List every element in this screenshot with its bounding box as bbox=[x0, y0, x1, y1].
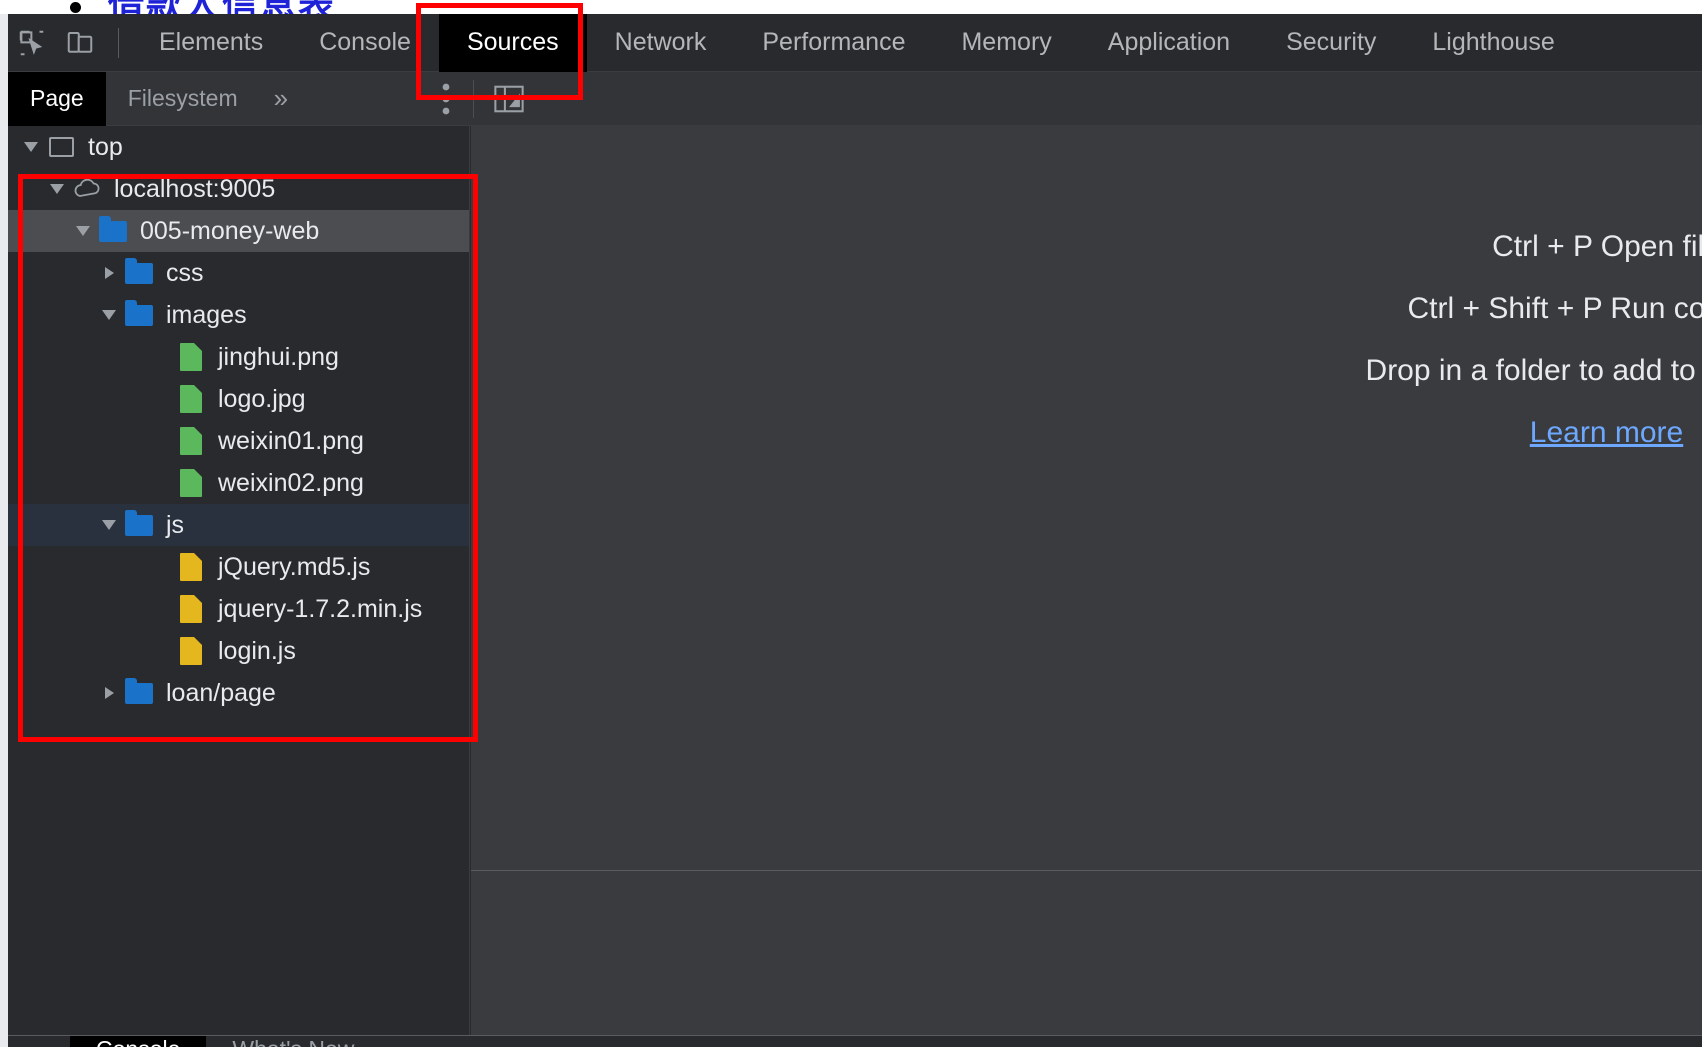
chevron-down-icon[interactable] bbox=[96, 294, 122, 336]
cloud-icon bbox=[70, 168, 104, 210]
image-file-icon bbox=[174, 462, 208, 504]
navigator-tools bbox=[415, 72, 1702, 126]
tree-row[interactable]: login.js bbox=[8, 630, 469, 672]
toolbar-divider bbox=[118, 27, 119, 58]
chevron-down-icon[interactable] bbox=[70, 210, 96, 252]
tree-row-label: 005-money-web bbox=[140, 217, 320, 245]
drawer-tab-whats-new[interactable]: What's New bbox=[206, 1036, 380, 1047]
learn-more-link[interactable]: Learn more bbox=[1530, 416, 1683, 449]
file-navigator-tree[interactable]: top localhost:9005 005-money-web css ima… bbox=[8, 126, 470, 1035]
image-file-icon bbox=[174, 378, 208, 420]
tab-network[interactable]: Network bbox=[587, 14, 735, 72]
chevron-right-icon[interactable] bbox=[96, 252, 122, 294]
learn-more-row: Learn more bbox=[991, 416, 1702, 450]
tree-row-label: jinghui.png bbox=[218, 343, 339, 371]
folder-icon bbox=[122, 252, 156, 294]
tree-row-label: login.js bbox=[218, 637, 296, 665]
script-file-icon bbox=[174, 588, 208, 630]
underlying-page-sliver: 借款人信息表 bbox=[0, 0, 1702, 14]
tab-page[interactable]: Page bbox=[8, 71, 106, 126]
script-file-icon bbox=[174, 546, 208, 588]
tree-row-label: logo.jpg bbox=[218, 385, 306, 413]
script-file-icon bbox=[174, 630, 208, 672]
devtools-window: 借款人信息表 Elements Console Sour bbox=[0, 0, 1702, 1047]
tab-performance[interactable]: Performance bbox=[734, 14, 933, 72]
navigator-more-tabs-icon[interactable]: » bbox=[260, 72, 302, 126]
show-navigator-icon[interactable] bbox=[478, 72, 540, 126]
folder-icon bbox=[122, 504, 156, 546]
tab-security[interactable]: Security bbox=[1258, 14, 1404, 72]
tree-row[interactable]: logo.jpg bbox=[8, 378, 469, 420]
frame-icon bbox=[44, 126, 78, 168]
devtools-root: Elements Console Sources Network Perform… bbox=[0, 13, 1702, 1047]
tree-row-label: jQuery.md5.js bbox=[218, 553, 371, 581]
tree-row-label: localhost:9005 bbox=[114, 175, 276, 203]
tree-row-label: weixin01.png bbox=[218, 427, 364, 455]
tree-row[interactable]: weixin01.png bbox=[8, 420, 469, 462]
tab-console[interactable]: Console bbox=[291, 14, 439, 72]
chevron-right-icon[interactable] bbox=[96, 672, 122, 714]
image-file-icon bbox=[174, 336, 208, 378]
tab-application[interactable]: Application bbox=[1080, 14, 1258, 72]
drop-folder-hint: Drop in a folder to add to workspace bbox=[1365, 354, 1702, 387]
image-file-icon bbox=[174, 420, 208, 462]
tree-row[interactable]: jinghui.png bbox=[8, 336, 469, 378]
folder-icon bbox=[122, 672, 156, 714]
tab-memory[interactable]: Memory bbox=[933, 14, 1079, 72]
folder-icon bbox=[96, 210, 130, 252]
tree-row[interactable]: 005-money-web bbox=[8, 210, 469, 252]
drawer-more-options-icon[interactable] bbox=[8, 1036, 70, 1047]
more-options-icon[interactable] bbox=[423, 72, 469, 126]
tree-row-label: js bbox=[166, 511, 185, 539]
tree-row-label: top bbox=[88, 133, 123, 161]
tree-row-label: images bbox=[166, 301, 247, 329]
tree-row[interactable]: jquery-1.7.2.min.js bbox=[8, 588, 469, 630]
navigator-tabbar: Page Filesystem » bbox=[8, 71, 470, 126]
sources-editor-pane: Ctrl + P Open file Ctrl + Shift + P Run … bbox=[471, 126, 1702, 1035]
drawer-tab-console[interactable]: Console bbox=[70, 1036, 207, 1047]
page-bullet-icon bbox=[70, 2, 81, 13]
tree-row-label: weixin02.png bbox=[218, 469, 364, 497]
tree-row[interactable]: jQuery.md5.js bbox=[8, 546, 469, 588]
chevron-down-icon[interactable] bbox=[96, 504, 122, 546]
tree-row[interactable]: weixin02.png bbox=[8, 462, 469, 504]
folder-icon bbox=[122, 294, 156, 336]
pane-divider bbox=[471, 870, 1702, 871]
tree-row[interactable]: js bbox=[8, 504, 469, 546]
sources-empty-state: Ctrl + P Open file Ctrl + Shift + P Run … bbox=[471, 126, 1702, 450]
tab-filesystem[interactable]: Filesystem bbox=[106, 72, 260, 126]
shortcut-run-command: Ctrl + Shift + P Run command bbox=[1407, 292, 1702, 325]
inspect-element-icon[interactable] bbox=[8, 20, 56, 66]
page-heading-text: 借款人信息表 bbox=[108, 0, 336, 14]
drawer-tabbar: Console What's New bbox=[8, 1035, 1702, 1047]
tab-sources[interactable]: Sources bbox=[438, 13, 587, 72]
tab-elements[interactable]: Elements bbox=[131, 14, 291, 72]
chevron-down-icon[interactable] bbox=[44, 168, 70, 210]
chevron-down-icon[interactable] bbox=[18, 126, 44, 168]
tree-row[interactable]: loan/page bbox=[8, 672, 469, 714]
tree-row[interactable]: localhost:9005 bbox=[8, 168, 469, 210]
tree-row-label: css bbox=[166, 259, 204, 287]
tree-row-label: loan/page bbox=[166, 679, 276, 707]
tree-row-label: jquery-1.7.2.min.js bbox=[218, 595, 423, 623]
tree-row[interactable]: top bbox=[8, 126, 469, 168]
tree-row[interactable]: css bbox=[8, 252, 469, 294]
main-tabbar: Elements Console Sources Network Perform… bbox=[8, 13, 1702, 72]
shortcut-open-file: Ctrl + P Open file bbox=[1492, 230, 1702, 263]
tools-divider bbox=[473, 79, 474, 118]
tab-lighthouse[interactable]: Lighthouse bbox=[1404, 14, 1582, 72]
tree-row[interactable]: images bbox=[8, 294, 469, 336]
device-toolbar-icon[interactable] bbox=[56, 20, 104, 66]
left-gutter bbox=[0, 14, 8, 1047]
